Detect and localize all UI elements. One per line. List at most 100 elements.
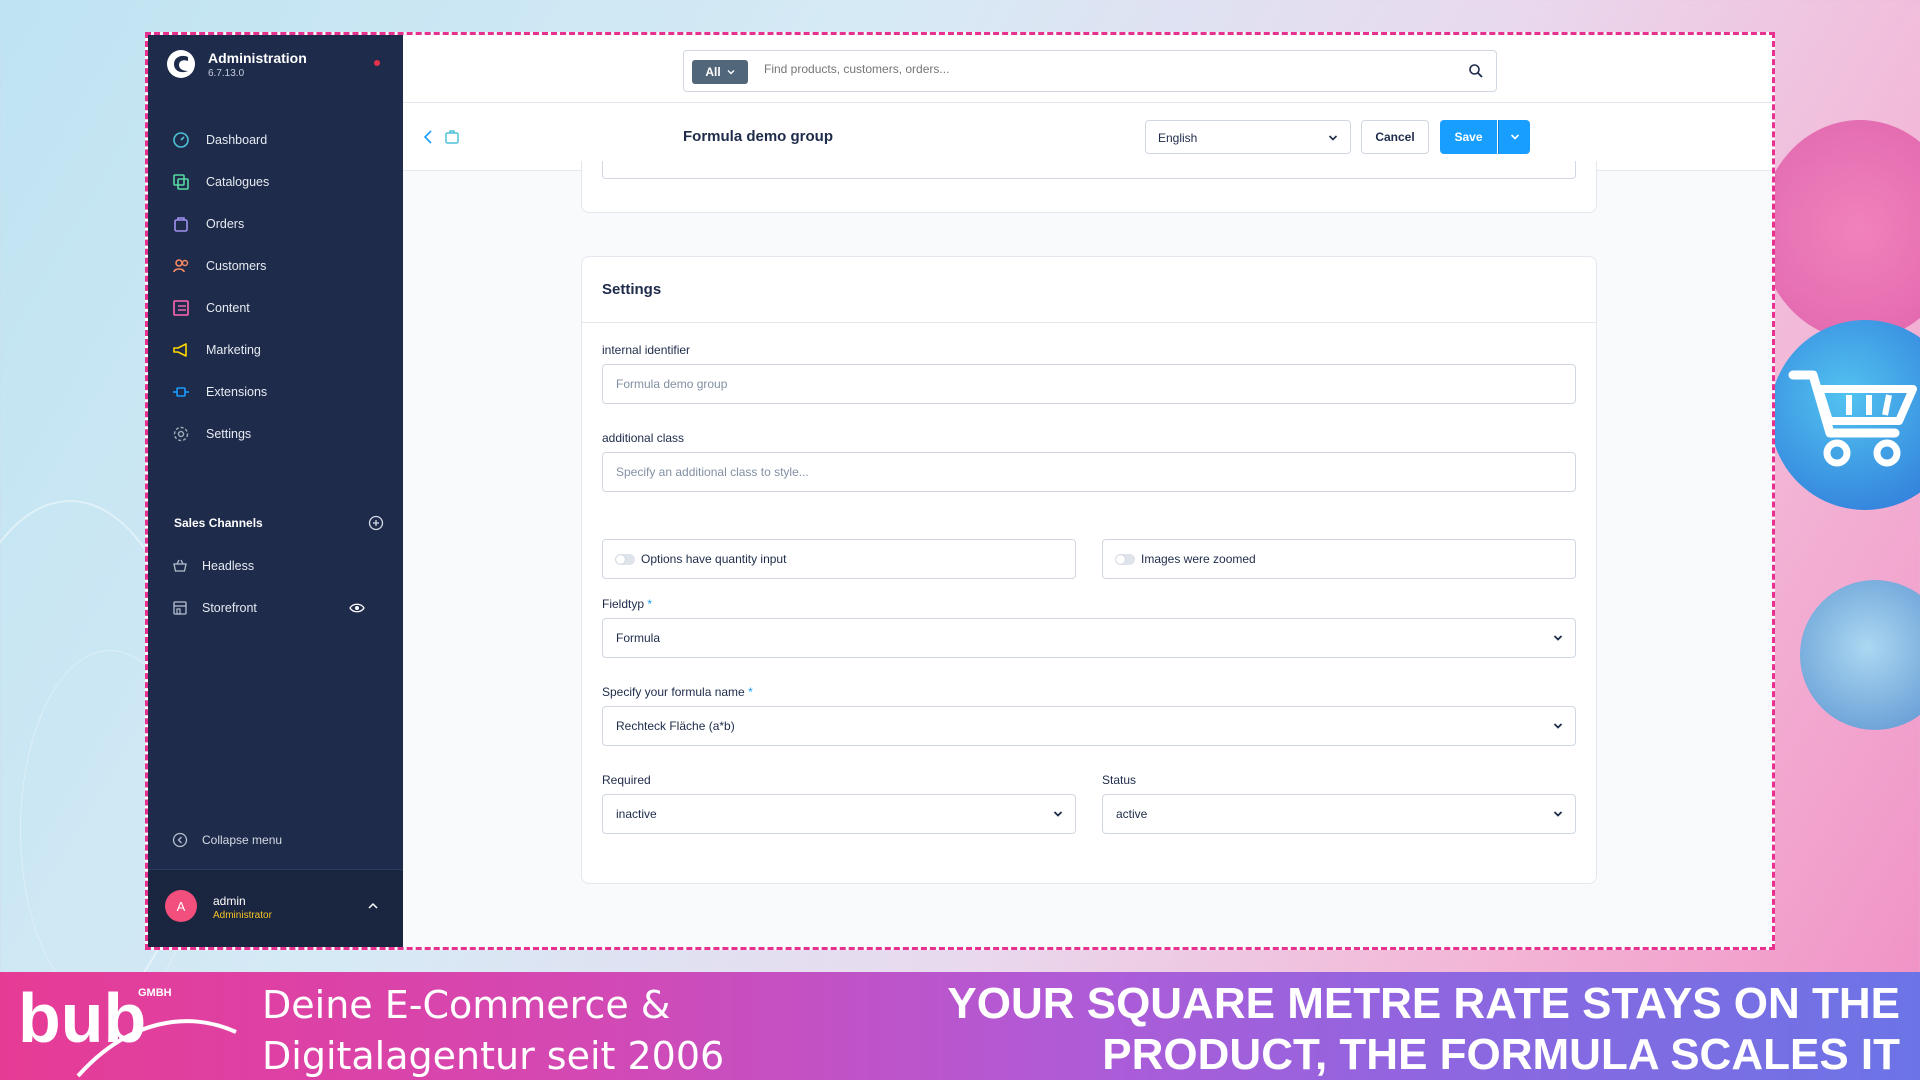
- dashboard-icon: [173, 132, 189, 148]
- storefront-icon: [173, 601, 187, 615]
- search-type-dropdown[interactable]: All: [692, 60, 748, 84]
- collapse-menu-button[interactable]: Collapse menu: [172, 832, 282, 848]
- save-button[interactable]: Save: [1440, 120, 1497, 154]
- images-zoomed-switch-field[interactable]: Images were zoomed: [1102, 539, 1576, 579]
- sidebar-item-marketing[interactable]: Marketing: [148, 329, 403, 371]
- chevron-down-icon: [1510, 134, 1520, 140]
- top-bar: All: [403, 35, 1772, 103]
- language-select[interactable]: English: [1145, 120, 1351, 154]
- fieldtyp-value: Formula: [616, 631, 661, 645]
- save-options-button[interactable]: [1498, 120, 1530, 154]
- sidebar-item-dashboard[interactable]: Dashboard: [148, 119, 403, 161]
- customers-icon: [173, 259, 189, 273]
- sales-channel-headless[interactable]: Headless: [148, 545, 403, 587]
- formula-name-label: Specify your formula name *: [602, 685, 753, 699]
- quantity-input-switch-field[interactable]: Options have quantity input: [602, 539, 1076, 579]
- quantity-input-label: Options have quantity input: [641, 552, 787, 566]
- background-blob: [1760, 120, 1920, 340]
- formula-name-label-text: Specify your formula name: [602, 685, 745, 699]
- quantity-input-toggle[interactable]: [615, 554, 635, 565]
- images-zoomed-toggle[interactable]: [1115, 554, 1135, 565]
- cancel-button[interactable]: Cancel: [1361, 120, 1429, 154]
- sidebar-item-extensions[interactable]: Extensions: [148, 371, 403, 413]
- user-menu[interactable]: A admin Administrator: [148, 869, 403, 947]
- content-area: Settings internal identifier Formula dem…: [403, 161, 1772, 947]
- chevron-down-icon: [1553, 723, 1563, 729]
- sidebar-item-label: Marketing: [206, 343, 261, 357]
- additional-class-label: additional class: [602, 431, 685, 445]
- required-mark: *: [647, 597, 653, 611]
- shopware-logo-icon: [167, 50, 195, 78]
- required-mark: *: [748, 685, 753, 699]
- internal-identifier-label: internal identifier: [602, 343, 691, 357]
- bub-logo: bub GMBH: [18, 980, 237, 1078]
- sidebar-item-label: Content: [206, 301, 250, 315]
- sidebar-item-customers[interactable]: Customers: [148, 245, 403, 287]
- formula-name-value: Rechteck Fläche (a*b): [616, 719, 735, 733]
- language-value: English: [1158, 131, 1198, 145]
- shopping-cart-icon: [1788, 370, 1917, 467]
- previous-card: [581, 161, 1597, 213]
- sidebar-item-content[interactable]: Content: [148, 287, 403, 329]
- sidebar-item-label: Orders: [206, 217, 245, 231]
- chevron-up-icon[interactable]: [367, 900, 379, 912]
- sales-channel-storefront[interactable]: Storefront: [148, 587, 403, 629]
- orders-icon: [174, 217, 188, 232]
- avatar: A: [165, 890, 197, 922]
- formula-name-select[interactable]: Rechteck Fläche (a*b): [602, 706, 1576, 746]
- divider: [582, 322, 1596, 323]
- additional-class-input[interactable]: Specify an additional class to style...: [602, 452, 1576, 492]
- chevron-down-icon: [1053, 811, 1063, 817]
- sidebar-item-orders[interactable]: Orders: [148, 203, 403, 245]
- search-input[interactable]: [764, 62, 1444, 76]
- user-name: admin: [213, 894, 246, 908]
- required-label: Required: [602, 773, 651, 787]
- sales-channels-title: Sales Channels: [174, 516, 263, 530]
- sidebar-item-label: Dashboard: [206, 133, 268, 147]
- collapse-icon: [172, 832, 188, 848]
- sidebar-item-label: Settings: [206, 427, 252, 441]
- global-search: All: [683, 50, 1497, 92]
- promo-banner: bub GMBH Deine E-Commerce & Digitalagent…: [0, 972, 1920, 1080]
- page-title: Formula demo group: [683, 128, 833, 145]
- collapse-menu-label: Collapse menu: [202, 833, 283, 847]
- search-type-label: All: [705, 65, 721, 79]
- content-icon: [173, 300, 189, 316]
- brand[interactable]: Administration 6.7.13.0: [166, 49, 307, 79]
- catalogues-icon: [173, 174, 189, 190]
- sidebar-item-settings[interactable]: Settings: [148, 413, 403, 455]
- settings-title: Settings: [602, 281, 662, 298]
- headline: YOUR SQUARE METRE RATE STAYS ON THE PROD…: [840, 978, 1900, 1080]
- sidebar-item-catalogues[interactable]: Catalogues: [148, 161, 403, 203]
- sales-channel-label: Headless: [202, 559, 255, 573]
- chevron-down-icon: [1553, 811, 1563, 817]
- search-icon[interactable]: [1468, 63, 1484, 79]
- required-value: inactive: [616, 807, 657, 821]
- app-version: 6.7.13.0: [208, 67, 245, 79]
- chevron-down-icon: [727, 70, 735, 75]
- background-circle: [1800, 580, 1920, 730]
- tagline: Deine E-Commerce & Digitalagentur seit 2…: [262, 980, 724, 1080]
- status-select[interactable]: active: [1102, 794, 1576, 834]
- status-label: Status: [1102, 773, 1137, 787]
- settings-icon: [173, 426, 189, 442]
- images-zoomed-label: Images were zoomed: [1141, 552, 1256, 566]
- back-arrow-icon[interactable]: [421, 129, 435, 145]
- sales-channel-label: Storefront: [202, 601, 257, 615]
- headline-line: YOUR SQUARE METRE RATE STAYS ON THE: [947, 979, 1900, 1028]
- main-nav: Dashboard Catalogues Orders Customers Co…: [148, 119, 403, 455]
- extensions-icon: [173, 387, 189, 397]
- required-select[interactable]: inactive: [602, 794, 1076, 834]
- fieldtyp-label: Fieldtyp *: [602, 597, 652, 611]
- sidebar-item-label: Customers: [206, 259, 267, 273]
- internal-identifier-input[interactable]: Formula demo group: [602, 364, 1576, 404]
- chevron-down-icon: [1553, 635, 1563, 641]
- fieldtyp-select[interactable]: Formula: [602, 618, 1576, 658]
- add-sales-channel-icon[interactable]: [368, 515, 384, 531]
- eye-icon[interactable]: [349, 600, 365, 616]
- tagline-line: Deine E-Commerce &: [262, 983, 671, 1027]
- notification-dot: [374, 60, 380, 66]
- app-title: Administration: [208, 49, 307, 66]
- basket-icon: [173, 559, 187, 572]
- sidebar-item-label: Extensions: [206, 385, 268, 399]
